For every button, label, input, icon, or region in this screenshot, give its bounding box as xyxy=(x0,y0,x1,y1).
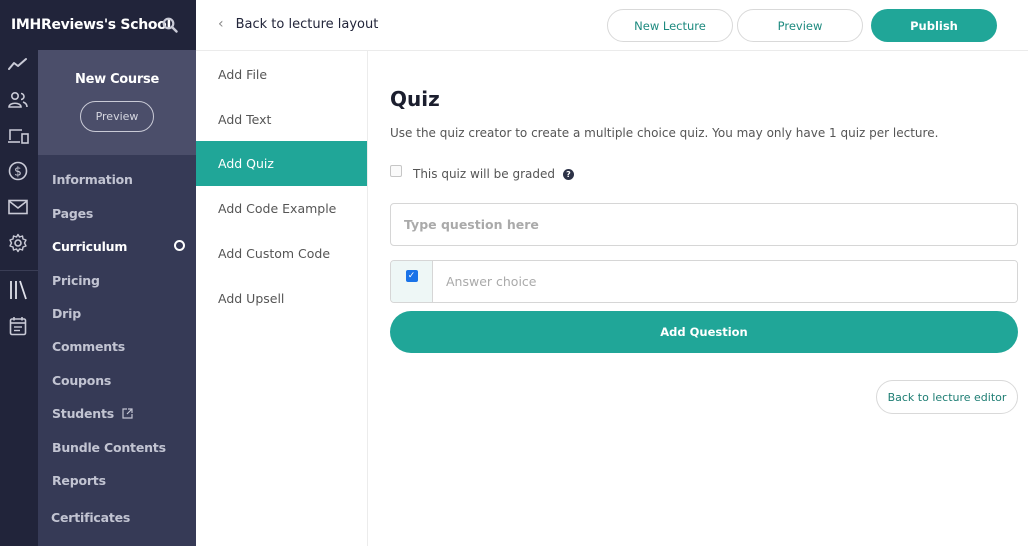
sidebar-item-coupons[interactable]: Coupons xyxy=(52,373,111,388)
add-upsell-item[interactable]: Add Upsell xyxy=(196,276,367,321)
help-icon[interactable]: ? xyxy=(562,168,574,180)
publish-button[interactable]: Publish xyxy=(871,9,997,42)
sidebar-item-students[interactable]: Students xyxy=(52,406,133,422)
quiz-title: Quiz xyxy=(390,87,440,111)
search-icon[interactable] xyxy=(162,17,178,33)
graded-checkbox[interactable] xyxy=(390,165,402,177)
rail-divider xyxy=(0,270,38,271)
dollar-icon[interactable]: $ xyxy=(7,160,29,182)
external-link-icon xyxy=(122,407,133,422)
analytics-icon[interactable] xyxy=(7,53,29,75)
chevron-left-icon: ‹ xyxy=(218,16,224,32)
calendar-icon[interactable] xyxy=(7,315,29,337)
sidebar-item-reports[interactable]: Reports xyxy=(52,473,106,488)
new-lecture-button[interactable]: New Lecture xyxy=(607,9,733,42)
sidebar-item-students-label: Students xyxy=(52,406,115,421)
gear-icon[interactable] xyxy=(7,232,29,254)
sidebar-item-bundle-contents[interactable]: Bundle Contents xyxy=(52,440,166,455)
icon-rail: $ xyxy=(0,0,38,546)
back-to-lecture-layout-link[interactable]: ‹ Back to lecture layout xyxy=(218,16,378,32)
question-input[interactable] xyxy=(390,203,1018,246)
course-preview-button[interactable]: Preview xyxy=(80,101,154,132)
answer-choice-row: ✓ xyxy=(390,260,1018,303)
library-icon[interactable] xyxy=(7,279,29,301)
add-custom-code-item[interactable]: Add Custom Code xyxy=(196,231,367,276)
add-text-item[interactable]: Add Text xyxy=(196,97,367,142)
add-file-item[interactable]: Add File xyxy=(196,52,367,97)
svg-text:$: $ xyxy=(14,165,22,179)
top-bar: ‹ Back to lecture layout New Lecture Pre… xyxy=(196,0,1028,51)
quiz-description: Use the quiz creator to create a multipl… xyxy=(390,126,939,140)
sidebar-item-information[interactable]: Information xyxy=(52,172,133,187)
school-name[interactable]: IMHReviews's School xyxy=(11,17,171,33)
mail-icon[interactable] xyxy=(7,196,29,218)
course-header: New Course Preview xyxy=(38,50,196,155)
answer-choice-input[interactable] xyxy=(433,261,1017,302)
add-quiz-item[interactable]: Add Quiz xyxy=(196,141,367,186)
devices-icon[interactable] xyxy=(7,125,29,147)
correct-answer-cell: ✓ xyxy=(391,261,433,302)
course-sidebar: New Course Preview Information Pages Cur… xyxy=(38,50,196,546)
sidebar-item-drip[interactable]: Drip xyxy=(52,306,81,321)
users-icon[interactable] xyxy=(7,89,29,111)
school-header: IMHReviews's School xyxy=(0,0,196,50)
correct-answer-checkbox[interactable]: ✓ xyxy=(405,270,418,282)
course-title: New Course xyxy=(75,72,159,87)
graded-option: This quiz will be graded ? xyxy=(390,165,574,181)
sidebar-item-certificates[interactable]: Certificates xyxy=(51,510,130,525)
preview-button[interactable]: Preview xyxy=(737,9,863,42)
back-to-lecture-editor-button[interactable]: Back to lecture editor xyxy=(876,380,1018,414)
sidebar-item-curriculum[interactable]: Curriculum xyxy=(52,239,127,254)
add-content-menu: Add File Add Text Add Quiz Add Code Exam… xyxy=(196,51,368,546)
sidebar-item-comments[interactable]: Comments xyxy=(52,339,125,354)
graded-label[interactable]: This quiz will be graded xyxy=(413,167,555,181)
add-question-button[interactable]: Add Question xyxy=(390,311,1018,353)
back-to-lecture-layout-label: Back to lecture layout xyxy=(235,16,379,32)
active-indicator-icon xyxy=(174,240,185,251)
sidebar-item-pages[interactable]: Pages xyxy=(52,206,93,221)
sidebar-item-pricing[interactable]: Pricing xyxy=(52,273,100,288)
add-code-example-item[interactable]: Add Code Example xyxy=(196,186,367,231)
